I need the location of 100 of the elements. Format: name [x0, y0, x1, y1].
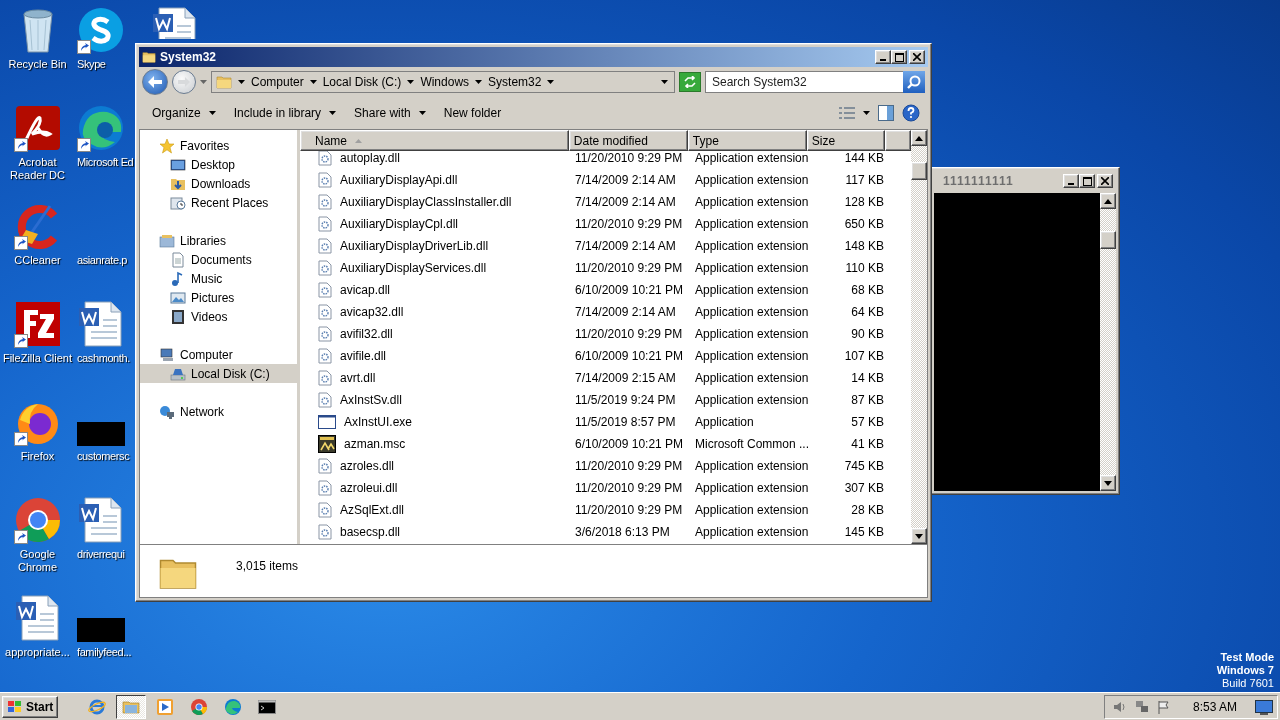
- vertical-scrollbar[interactable]: [1100, 193, 1116, 491]
- nav-item[interactable]: Favorites: [140, 136, 297, 155]
- nav-item[interactable]: Documents: [140, 250, 297, 269]
- file-name[interactable]: AuxiliaryDisplayClassInstaller.dll: [336, 195, 576, 209]
- file-name[interactable]: avicap.dll: [336, 283, 576, 297]
- file-name[interactable]: AuxiliaryDisplayDriverLib.dll: [336, 239, 576, 253]
- scroll-thumb[interactable]: [1100, 231, 1116, 249]
- desktop-icon[interactable]: Microsoft Ed: [75, 104, 137, 202]
- file-name[interactable]: avifile.dll: [336, 349, 576, 363]
- breadcrumb-caret-icon[interactable]: [407, 80, 415, 84]
- file-name[interactable]: avrt.dll: [336, 371, 576, 385]
- toolbar-button[interactable]: Organize: [145, 102, 223, 124]
- desktop-icon[interactable]: Skype: [75, 6, 137, 104]
- show-desktop-icon[interactable]: [1255, 698, 1273, 715]
- breadcrumb-item[interactable]: Local Disk (C:): [322, 75, 402, 89]
- desktop-icon[interactable]: cashmonth.: [75, 300, 137, 398]
- column-header[interactable]: Type: [687, 130, 807, 151]
- view-dropdown-button[interactable]: [861, 109, 872, 117]
- close-button[interactable]: [1097, 174, 1113, 188]
- os-build-notice: Build 7601: [1222, 677, 1274, 690]
- desktop-icon[interactable]: FileZilla Client: [0, 300, 75, 398]
- breadcrumb-item[interactable]: Computer: [251, 75, 304, 89]
- nav-item[interactable]: Pictures: [140, 288, 297, 307]
- desktop-icon[interactable]: customersc: [75, 398, 137, 496]
- nav-item[interactable]: Network: [140, 402, 297, 421]
- desktop-icon[interactable]: Recycle Bin: [0, 6, 75, 104]
- address-dropdown-icon[interactable]: [661, 80, 668, 84]
- address-bar[interactable]: Computer Local Disk (C:) Windows System32: [211, 71, 675, 93]
- breadcrumb-caret-icon[interactable]: [547, 80, 555, 84]
- file-name[interactable]: AzSqlExt.dll: [336, 503, 576, 517]
- nav-item[interactable]: Music: [140, 269, 297, 288]
- maximize-button[interactable]: [1079, 174, 1095, 188]
- breadcrumb-caret-icon[interactable]: [238, 80, 245, 84]
- preview-pane-button[interactable]: [876, 103, 896, 123]
- scroll-up-button[interactable]: [911, 130, 927, 146]
- nav-item[interactable]: Downloads: [140, 174, 297, 193]
- search-field[interactable]: Search System32: [705, 71, 903, 93]
- library-icon: [159, 232, 175, 249]
- search-button[interactable]: [903, 71, 925, 93]
- minimize-button[interactable]: [875, 50, 891, 64]
- desktop-icon[interactable]: [150, 6, 199, 39]
- taskbar-app-button[interactable]: [116, 694, 147, 719]
- start-button[interactable]: Start: [2, 695, 59, 718]
- history-caret-icon[interactable]: [200, 80, 207, 84]
- desktop-icon[interactable]: Firefox: [0, 398, 75, 496]
- desktop-icon[interactable]: driverrequi: [75, 496, 137, 594]
- column-header[interactable]: Size: [806, 130, 886, 151]
- breadcrumb-item[interactable]: System32: [488, 75, 542, 89]
- file-name[interactable]: autoplay.dll: [336, 151, 576, 165]
- type-cell-text: Application extension: [694, 261, 810, 275]
- file-name[interactable]: basecsp.dll: [336, 525, 576, 539]
- file-name[interactable]: AxInstSv.dll: [336, 393, 576, 407]
- file-name[interactable]: avicap32.dll: [336, 305, 576, 319]
- network-icon[interactable]: [1134, 699, 1149, 714]
- breadcrumb-caret-icon[interactable]: [309, 80, 317, 84]
- nav-item[interactable]: Libraries: [140, 231, 297, 250]
- caret-icon: [863, 111, 870, 115]
- breadcrumb-caret-icon[interactable]: [475, 80, 483, 84]
- help-button[interactable]: [900, 102, 922, 124]
- nav-item[interactable]: Videos: [140, 307, 297, 326]
- nav-item[interactable]: Computer: [140, 345, 297, 364]
- desktop-icon[interactable]: appropriate...: [0, 594, 75, 692]
- desktop-icon[interactable]: asianrate.p: [75, 202, 137, 300]
- file-name[interactable]: azroleui.dll: [336, 481, 576, 495]
- date-cell-text: 11/20/2010 9:29 PM: [574, 327, 684, 341]
- flag-icon[interactable]: [1156, 699, 1171, 714]
- column-header[interactable]: Date modified: [568, 130, 688, 151]
- file-name[interactable]: AuxiliaryDisplayServices.dll: [336, 261, 576, 275]
- scroll-up-button[interactable]: [1100, 193, 1116, 209]
- nav-item[interactable]: Recent Places: [140, 193, 297, 212]
- desktop-icon[interactable]: familyfeed...: [75, 594, 137, 692]
- desktop-icon[interactable]: Google Chrome: [0, 496, 75, 594]
- clock[interactable]: 8:53 AM: [1192, 699, 1237, 714]
- refresh-button[interactable]: [679, 72, 701, 92]
- maximize-button[interactable]: [891, 50, 907, 64]
- back-button[interactable]: [142, 69, 168, 95]
- breadcrumb-item[interactable]: Windows: [420, 75, 470, 89]
- desktop-icon[interactable]: CCleaner: [0, 202, 75, 300]
- file-name[interactable]: azroles.dll: [336, 459, 576, 473]
- toolbar-button[interactable]: Share with: [347, 102, 433, 124]
- scroll-down-button[interactable]: [911, 528, 927, 544]
- type-cell-text: Application extension: [694, 217, 810, 231]
- scroll-down-button[interactable]: [1100, 475, 1116, 491]
- nav-item[interactable]: Desktop: [140, 155, 297, 174]
- file-name[interactable]: avifil32.dll: [336, 327, 576, 341]
- speaker-icon[interactable]: [1112, 699, 1127, 714]
- minimize-button[interactable]: [1063, 174, 1079, 188]
- column-header[interactable]: Name: [300, 130, 569, 151]
- desktop-icon[interactable]: Acrobat Reader DC: [0, 104, 75, 202]
- file-name[interactable]: AuxiliaryDisplayApi.dll: [336, 173, 576, 187]
- forward-button[interactable]: [172, 70, 196, 94]
- toolbar-button[interactable]: Include in library: [226, 102, 344, 124]
- vertical-scrollbar[interactable]: [911, 130, 927, 544]
- file-name[interactable]: AuxiliaryDisplayCpl.dll: [336, 217, 576, 231]
- scroll-thumb[interactable]: [911, 162, 927, 180]
- toolbar-button[interactable]: New folder: [436, 102, 509, 124]
- type-cell-text: Application extension: [694, 283, 810, 297]
- nav-item[interactable]: Local Disk (C:): [140, 364, 297, 383]
- close-icon: [1101, 177, 1109, 185]
- close-button[interactable]: [909, 50, 925, 64]
